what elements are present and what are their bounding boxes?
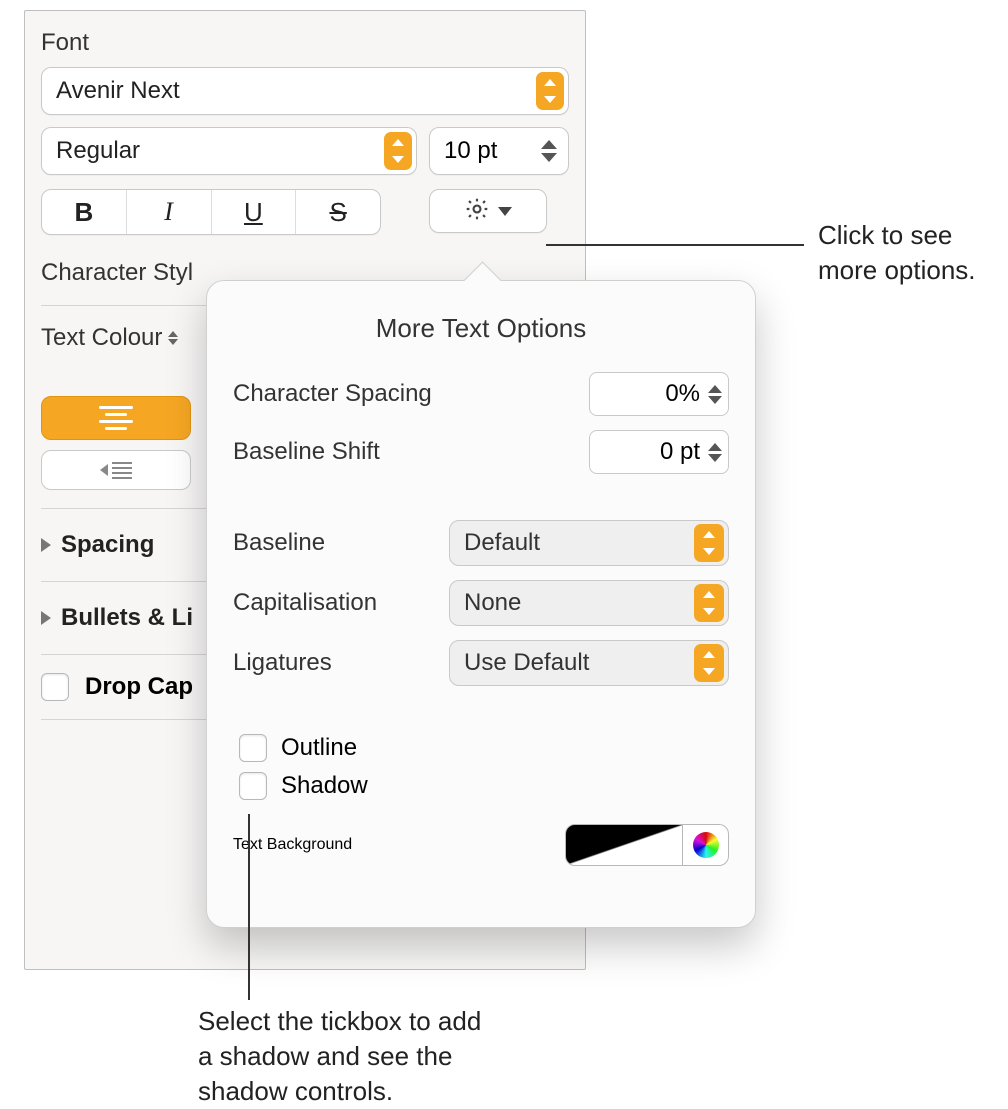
font-family-value: Avenir Next (56, 77, 180, 105)
shadow-label: Shadow (281, 772, 368, 800)
updown-icon (694, 644, 724, 682)
char-spacing-value: 0% (665, 380, 700, 408)
baseline-label: Baseline (233, 529, 325, 557)
baseline-shift-field[interactable]: 0 pt (589, 430, 729, 474)
popover-title: More Text Options (233, 313, 729, 344)
updown-icon (168, 331, 178, 345)
font-size-stepper[interactable]: 10 pt (429, 127, 569, 175)
stepper-down-icon[interactable] (708, 396, 722, 404)
font-section-label: Font (41, 29, 569, 57)
stepper-down-icon[interactable] (541, 153, 557, 162)
text-colour-label: Text Colour (41, 324, 162, 352)
annotation-more-options: Click to see more options. (818, 218, 998, 288)
more-text-options-popover: More Text Options Character Spacing 0% B… (206, 280, 756, 928)
stepper-up-icon[interactable] (541, 140, 557, 149)
updown-icon (536, 72, 564, 110)
drop-cap-checkbox[interactable] (41, 673, 69, 701)
more-text-options-button[interactable] (429, 189, 547, 233)
ligatures-select[interactable]: Use Default (449, 640, 729, 686)
outline-label: Outline (281, 734, 357, 762)
baseline-shift-label: Baseline Shift (233, 438, 380, 466)
color-picker-button[interactable] (683, 824, 729, 866)
lines-icon (112, 462, 132, 479)
underline-button[interactable]: U (212, 190, 297, 234)
updown-icon (384, 132, 412, 170)
chevron-down-icon (498, 207, 512, 216)
updown-icon (694, 584, 724, 622)
chevron-right-icon (41, 611, 51, 625)
chevron-right-icon (41, 538, 51, 552)
ligatures-label: Ligatures (233, 649, 332, 677)
stepper-up-icon[interactable] (708, 385, 722, 393)
font-style-select[interactable]: Regular (41, 127, 417, 175)
drop-cap-label: Drop Cap (85, 673, 193, 701)
gear-icon (464, 196, 490, 227)
color-wheel-icon (693, 832, 719, 858)
text-style-group: B I U S (41, 189, 381, 235)
text-background-label: Text Background (233, 836, 352, 854)
bullets-label: Bullets & Li (61, 604, 193, 632)
capitalisation-value: None (464, 589, 521, 617)
annotation-leader (546, 244, 804, 246)
font-style-value: Regular (56, 137, 140, 165)
bold-button[interactable]: B (42, 190, 127, 234)
stepper-down-icon[interactable] (708, 454, 722, 462)
italic-button[interactable]: I (127, 190, 212, 234)
baseline-shift-value: 0 pt (660, 438, 700, 466)
text-background-swatch[interactable] (565, 824, 683, 866)
char-spacing-field[interactable]: 0% (589, 372, 729, 416)
capitalisation-select[interactable]: None (449, 580, 729, 626)
ligatures-value: Use Default (464, 649, 589, 677)
font-family-select[interactable]: Avenir Next (41, 67, 569, 115)
stepper-up-icon[interactable] (708, 443, 722, 451)
char-spacing-label: Character Spacing (233, 380, 432, 408)
annotation-leader (248, 814, 250, 1000)
outline-checkbox[interactable] (239, 734, 267, 762)
annotation-shadow: Select the tickbox to add a shadow and s… (198, 1004, 498, 1109)
updown-icon (694, 524, 724, 562)
strikethrough-button[interactable]: S (296, 190, 380, 234)
align-center-icon (99, 406, 133, 430)
baseline-select[interactable]: Default (449, 520, 729, 566)
spacing-label: Spacing (61, 531, 154, 559)
baseline-value: Default (464, 529, 540, 557)
indent-left-icon (100, 464, 108, 476)
decrease-indent-button[interactable] (41, 450, 191, 490)
font-size-value: 10 pt (444, 137, 497, 165)
shadow-checkbox[interactable] (239, 772, 267, 800)
align-center-button[interactable] (41, 396, 191, 440)
capitalisation-label: Capitalisation (233, 589, 377, 617)
